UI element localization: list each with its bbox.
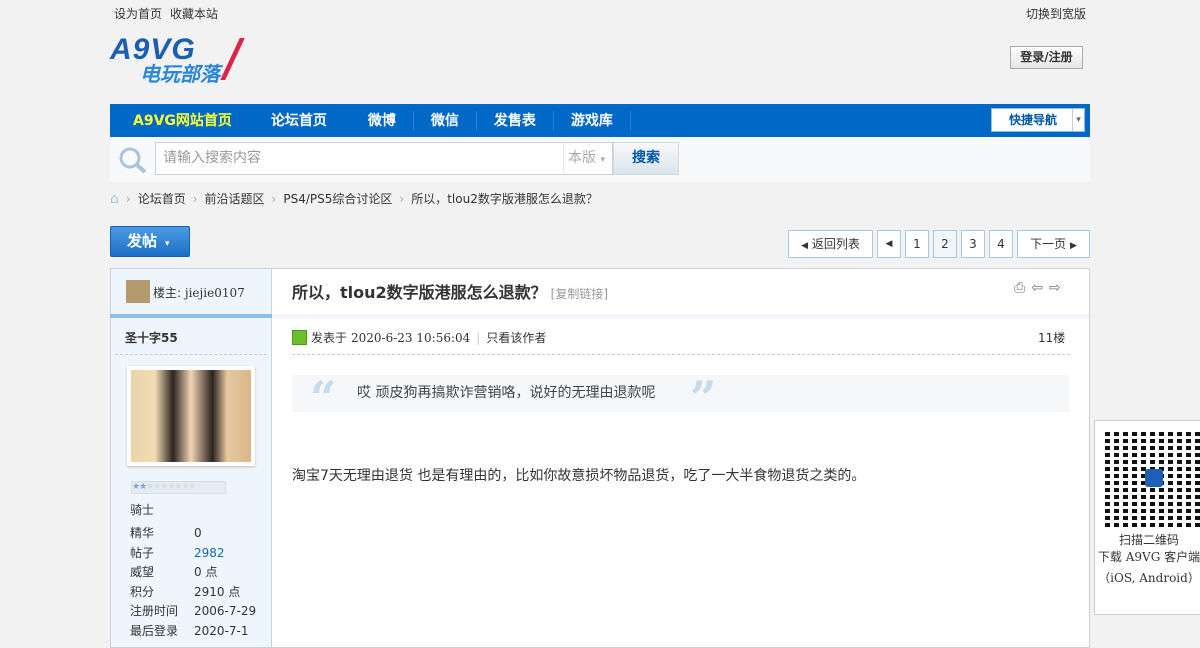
topbar-links: 设为首页 收藏本站: [114, 5, 226, 22]
post-content: 淘宝7天无理由退货 也是有理由的，比如你故意损坏物品退货，吃了一大半食物退货之类…: [292, 468, 866, 484]
crumb-ps-forum[interactable]: PS4/PS5综合讨论区: [283, 190, 392, 207]
stat-label: 积分: [130, 584, 155, 599]
stat-value: 0 点: [194, 565, 218, 579]
crumb-frontier[interactable]: 前沿话题区: [205, 190, 265, 207]
stat-value: 2020-7-1: [194, 623, 249, 638]
page-4[interactable]: 4: [989, 230, 1013, 258]
op-info: 楼主: jiejie0107: [153, 284, 245, 301]
search-input[interactable]: 请输入搜索内容: [155, 142, 565, 175]
prev-thread-icon[interactable]: ⇦: [1031, 280, 1043, 296]
divider: [115, 354, 267, 355]
post-datetime: 2020-6-23 10:56:04: [351, 330, 471, 345]
close-quote-icon: ”: [690, 371, 717, 425]
stat-label: 注册时间: [130, 604, 179, 618]
home-icon[interactable]: ⌂: [110, 191, 119, 207]
back-label: 返回列表: [811, 237, 860, 251]
search-button[interactable]: 搜索: [613, 142, 679, 175]
author-name-link[interactable]: 圣十字55: [125, 329, 178, 346]
set-home-link[interactable]: 设为首页: [114, 7, 162, 21]
op-label: 楼主:: [153, 286, 182, 300]
nav-wechat[interactable]: 微信: [414, 110, 477, 131]
search-scope-select[interactable]: 本版 ▾: [563, 142, 613, 175]
only-author-link[interactable]: 只看该作者: [486, 329, 546, 346]
stat-label: 精华: [130, 526, 155, 540]
chevron-down-icon: ▾: [600, 155, 605, 165]
search-scope-label: 本版: [568, 150, 596, 166]
qr-code[interactable]: [1105, 429, 1200, 527]
quote-text: 哎 顽皮狗再搞欺诈营销咯，说好的无理由退款呢: [357, 385, 656, 401]
qr-caption-2: 下载 A9VG 客户端: [1097, 550, 1200, 564]
crumb-thread[interactable]: 所以，tlou2数字版港服怎么退款？: [411, 190, 598, 207]
op-avatar[interactable]: [126, 280, 150, 303]
new-post-button[interactable]: 发帖: [110, 226, 190, 257]
next-label: 下一页: [1030, 237, 1067, 251]
logo-text-cn: 电玩部落: [140, 62, 220, 86]
site-logo[interactable]: A9VG 电玩部落: [110, 35, 250, 86]
stat-label: 最后登录: [130, 623, 179, 638]
back-to-list-button[interactable]: ◀ 返回列表: [788, 230, 873, 258]
author-stats: 精华 0 帖子 2982 威望 0 点 积分 2910 点 注册时间 2006-7-29 …: [130, 524, 256, 641]
stat-label: 威望: [130, 565, 155, 579]
nav-release-schedule[interactable]: 发售表: [477, 110, 554, 131]
print-icon[interactable]: ⎙: [1014, 280, 1025, 296]
stat-value: 2910 点: [194, 584, 241, 599]
stat-value: 2006-7-29: [194, 604, 257, 618]
qr-caption-1: 扫描二维码: [1118, 533, 1179, 547]
op-name-link[interactable]: jiejie0107: [185, 286, 245, 300]
nav-site-home[interactable]: A9VG网站首页: [110, 111, 254, 131]
nav-game-library[interactable]: 游戏库: [554, 110, 631, 131]
open-quote-icon: “: [310, 371, 337, 425]
rank-stars: ★★★★★★★★★: [131, 481, 226, 494]
stat-value: 0: [194, 526, 202, 540]
title-separator: [272, 314, 1089, 319]
prev-page-button[interactable]: ◀: [877, 230, 901, 258]
online-status-icon: [292, 330, 307, 345]
divider: [292, 354, 1070, 355]
breadcrumb: ⌂ › 论坛首页 › 前沿话题区 › PS4/PS5综合讨论区 › 所以，tlou2数字…: [110, 190, 598, 207]
posts-count-link[interactable]: 2982: [194, 544, 225, 564]
thread-title: 所以，tlou2数字版港服怎么退款？ [复制链接]: [292, 279, 608, 303]
switch-wide-link[interactable]: 切换到宽版: [1026, 5, 1086, 22]
copy-link[interactable]: [复制链接]: [551, 287, 608, 301]
crumb-forum-home[interactable]: 论坛首页: [138, 190, 186, 207]
caret-right-icon: ▶: [1069, 241, 1077, 251]
next-page-button[interactable]: 下一页 ▶: [1017, 230, 1090, 258]
author-avatar[interactable]: [127, 366, 255, 466]
nav-forum-home[interactable]: 论坛首页: [254, 111, 351, 131]
thread-tools: ⎙ ⇦ ⇨: [1014, 280, 1061, 296]
bookmark-link[interactable]: 收藏本站: [170, 7, 218, 21]
post-quote: “ 哎 顽皮狗再搞欺诈营销咯，说好的无理由退款呢 ”: [292, 375, 1069, 421]
login-register-button[interactable]: 登录/注册: [1010, 46, 1083, 69]
qr-download-panel: 扫描二维码 下载 A9VG 客户端 （iOS, Android）: [1094, 420, 1200, 615]
stat-label: 帖子: [130, 545, 155, 560]
main-nav: A9VG网站首页 论坛首页 微博 微信 发售表 游戏库: [110, 104, 1090, 137]
search-icon: [119, 147, 147, 174]
thread-title-text: 所以，tlou2数字版港服怎么退款？: [292, 283, 547, 302]
sidebar-accent: [110, 314, 272, 318]
post-meta: 发表于 2020-6-23 10:56:04 | 只看该作者: [292, 329, 546, 346]
next-thread-icon[interactable]: ⇨: [1049, 280, 1061, 296]
page-1[interactable]: 1: [905, 230, 929, 258]
floor-number[interactable]: 11楼: [1038, 329, 1065, 346]
qr-caption-3: （iOS, Android）: [1098, 571, 1200, 585]
page-3[interactable]: 3: [961, 230, 985, 258]
quick-nav-button[interactable]: 快捷导航: [991, 108, 1085, 132]
page-2-current[interactable]: 2: [933, 230, 957, 258]
nav-weibo[interactable]: 微博: [351, 110, 414, 131]
caret-left-icon: ◀: [801, 241, 809, 251]
posted-label: 发表于: [311, 331, 348, 345]
author-rank: 骑士: [130, 503, 155, 517]
